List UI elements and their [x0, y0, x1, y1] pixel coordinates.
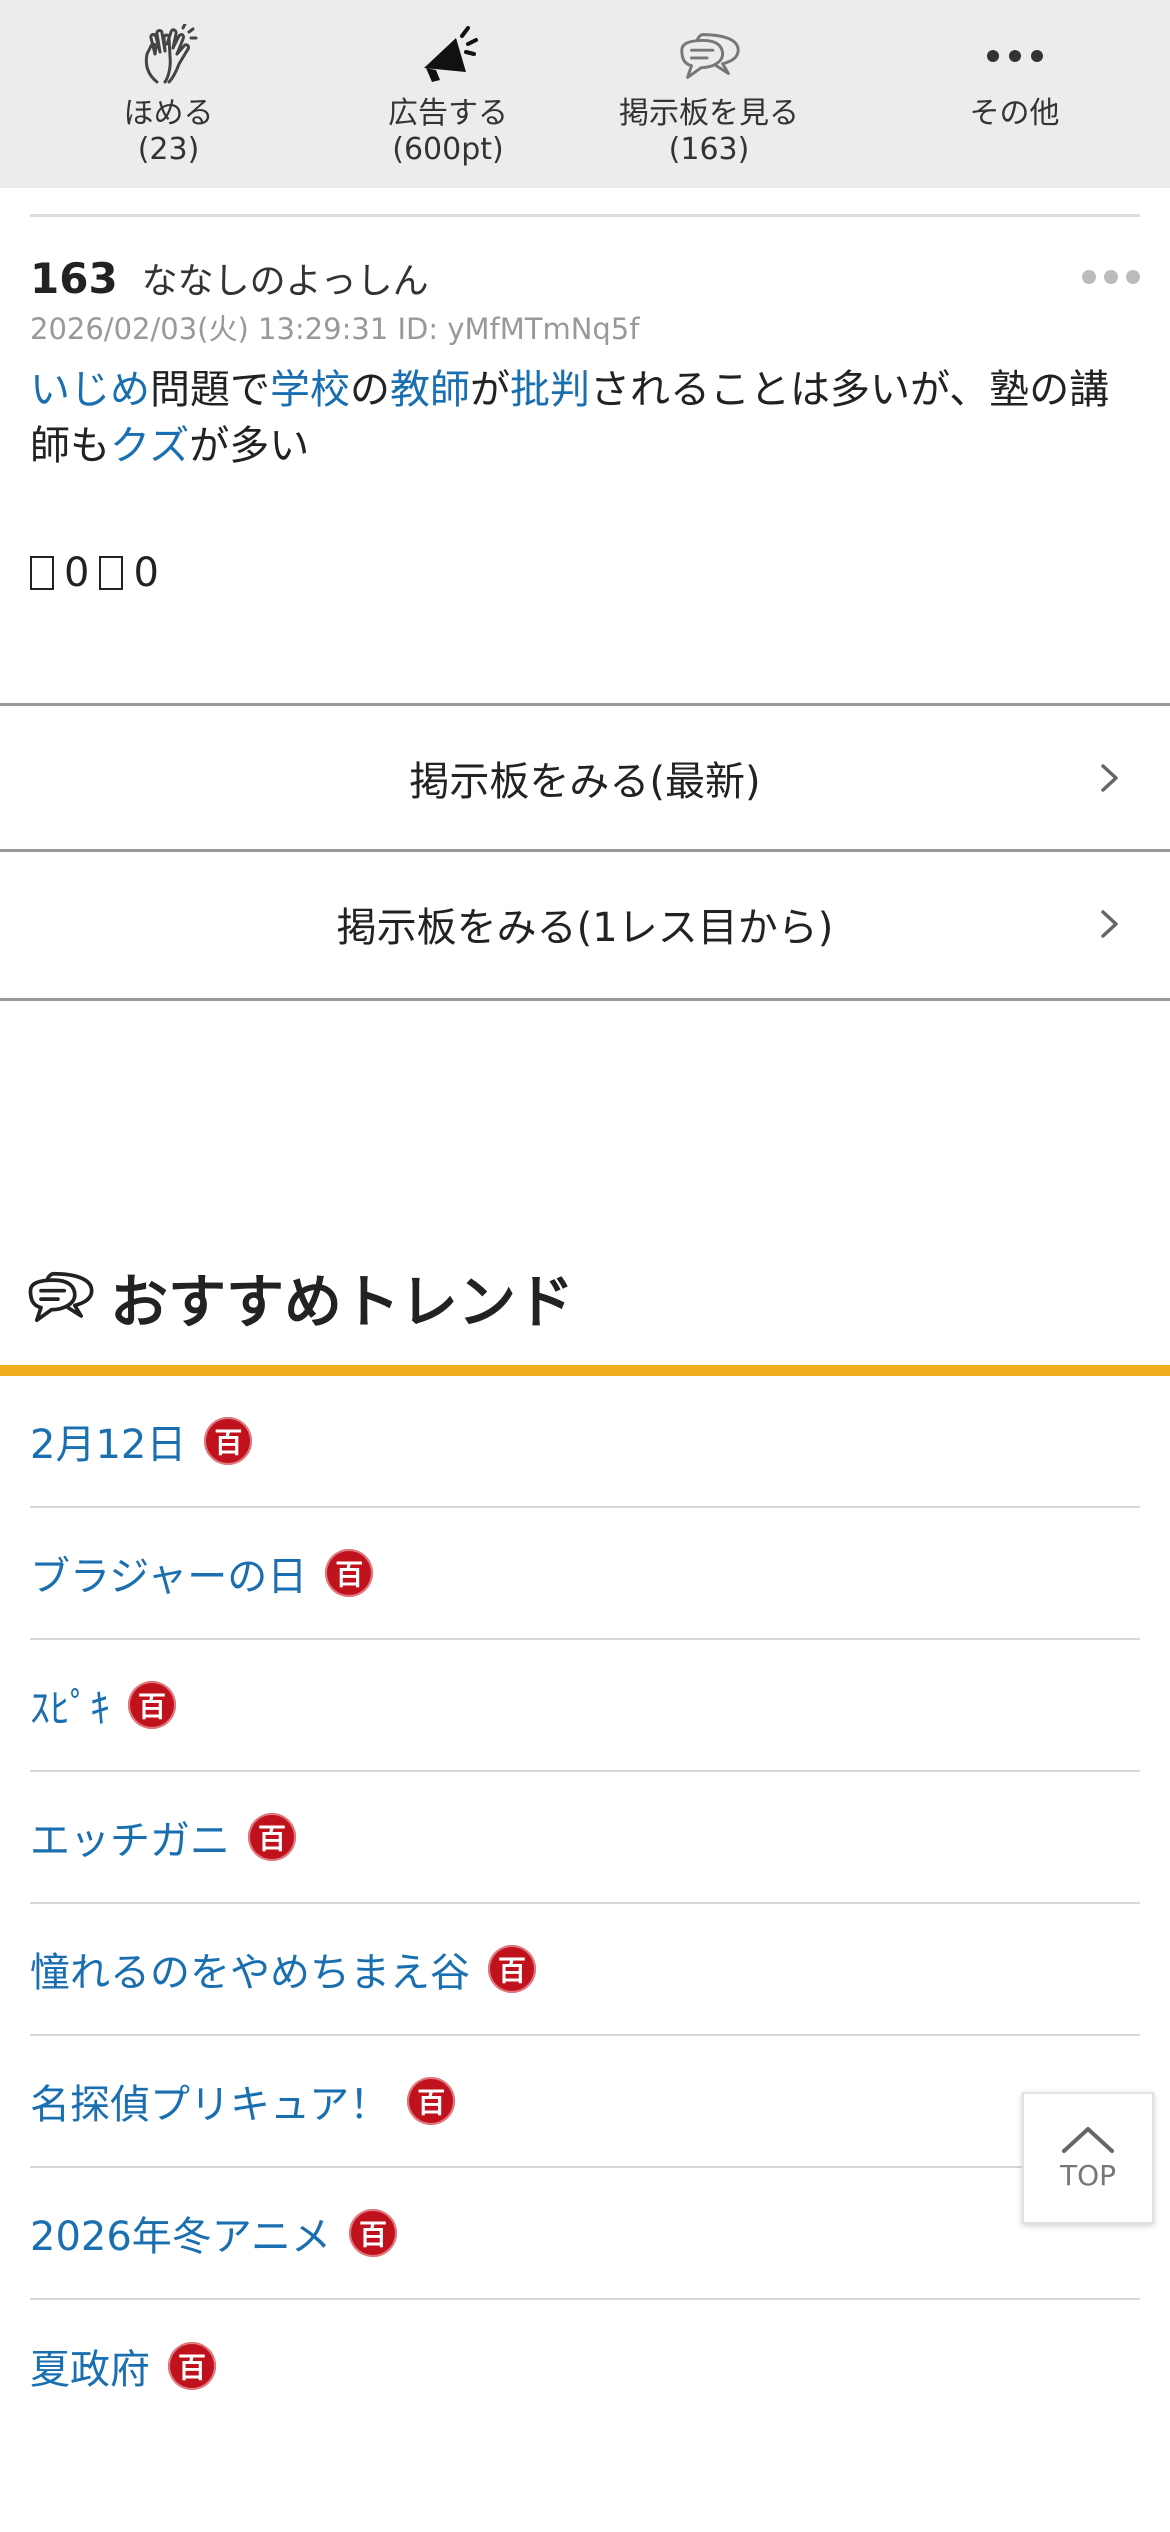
more-dots-icon	[980, 22, 1050, 90]
post-text: 問題で	[150, 367, 270, 413]
view-board-button[interactable]: 掲示板を見る (163)	[559, 0, 859, 188]
keyword-link[interactable]: 批判	[510, 367, 590, 413]
view-board-label: 掲示板を見る	[619, 96, 799, 131]
advertise-label: 広告する	[388, 96, 508, 131]
dictionary-badge-icon: 百	[248, 1813, 296, 1861]
trend-label: エッチガニ	[30, 1818, 230, 1864]
keyword-link[interactable]: 学校	[270, 367, 350, 413]
more-button[interactable]: その他	[859, 0, 1170, 188]
divider	[30, 214, 1140, 217]
dictionary-badge-icon: 百	[349, 2209, 397, 2257]
board-link-first[interactable]: 掲示板をみる(1レス目から)	[0, 849, 1170, 995]
advertise-button[interactable]: 広告する (600pt)	[337, 0, 559, 188]
keyword-link[interactable]: いじめ	[30, 367, 150, 413]
board-link-label: 掲示板をみる(最新)	[409, 758, 761, 805]
trend-item[interactable]: 憧れるのをやめちまえ谷百	[30, 1904, 1140, 2036]
chat-bubbles-icon	[28, 1271, 94, 1323]
post-text: が多い	[189, 423, 310, 469]
chevron-right-icon	[1101, 763, 1118, 792]
post-meta: 2026/02/03(火) 13:29:31 ID: yMfMTmNq5f	[30, 312, 640, 346]
clap-hands-icon	[134, 22, 204, 90]
trend-label: 2月12日	[30, 1422, 187, 1468]
post-body: いじめ問題で学校の教師が批判されることは多いが、塾の講師もクズが多い	[30, 362, 1140, 474]
post-menu-icon[interactable]	[1082, 270, 1140, 284]
dictionary-badge-icon: 百	[128, 1681, 176, 1729]
dictionary-badge-icon: 百	[325, 1549, 374, 1597]
praise-button[interactable]: ほめる (23)	[0, 0, 337, 188]
trends-header: おすすめトレンド	[22, 1255, 574, 1339]
trend-label: 夏政府	[30, 2347, 150, 2393]
post-author: ななしのよっしん	[141, 261, 429, 302]
trend-label: ブラジャーの日	[30, 1554, 308, 1600]
dictionary-badge-icon: 百	[407, 2077, 456, 2125]
praise-label: ほめる	[123, 96, 214, 131]
chevron-right-icon	[1101, 909, 1118, 938]
scroll-top-label: TOP	[1059, 2158, 1117, 2192]
trend-item[interactable]: エッチガニ百	[30, 1772, 1140, 1904]
trend-item[interactable]: 名探偵プリキュア！ 百	[30, 2036, 1140, 2168]
trend-label: ｽﾋﾟｷ	[30, 1686, 110, 1732]
post-text: が	[470, 367, 510, 413]
dictionary-badge-icon: 百	[488, 1945, 536, 1993]
chat-bubbles-icon	[674, 22, 744, 90]
chevron-up-icon	[1062, 2126, 1114, 2153]
advertise-count: (600pt)	[392, 132, 504, 167]
trend-item[interactable]: 夏政府百	[30, 2300, 1140, 2432]
action-bar: ほめる (23) 広告する (600pt) 掲示板を見る (163) その他	[0, 0, 1170, 188]
thumbs-down-icon[interactable]	[99, 556, 124, 590]
post-votes: 0 0	[30, 550, 159, 596]
divider	[0, 998, 1170, 1001]
post-header: 163 ななしのよっしん	[30, 252, 429, 304]
trends-title: おすすめトレンド	[110, 1268, 575, 1336]
scroll-top-button[interactable]: TOP	[1022, 2092, 1154, 2224]
trend-label: 憧れるのをやめちまえ谷	[30, 1950, 470, 1996]
keyword-link[interactable]: 教師	[390, 367, 470, 413]
view-board-count: (163)	[668, 132, 750, 167]
trend-item[interactable]: 2月12日百	[30, 1376, 1140, 1508]
trend-label: 名探偵プリキュア！	[30, 2082, 390, 2128]
dictionary-badge-icon: 百	[168, 2342, 216, 2390]
board-link-latest[interactable]: 掲示板をみる(最新)	[0, 703, 1170, 849]
post-text: の	[350, 367, 390, 413]
board-link-label: 掲示板をみる(1レス目から)	[336, 904, 834, 951]
trend-item[interactable]: 2026年冬アニメ百	[30, 2168, 1140, 2300]
trend-item[interactable]: ブラジャーの日百	[30, 1508, 1140, 1640]
praise-count: (23)	[137, 132, 200, 167]
upvote-count: 0	[64, 550, 90, 596]
downvote-count: 0	[133, 550, 159, 596]
trend-item[interactable]: ｽﾋﾟｷ 百	[30, 1640, 1140, 1772]
post-number[interactable]: 163	[30, 254, 118, 303]
keyword-link[interactable]: クズ	[110, 423, 189, 469]
accent-bar	[0, 1365, 1170, 1376]
thumbs-up-icon[interactable]	[30, 556, 54, 590]
trend-label: 2026年冬アニメ	[30, 2214, 331, 2260]
megaphone-icon	[413, 22, 483, 90]
more-label: その他	[969, 96, 1060, 131]
dictionary-badge-icon: 百	[204, 1417, 253, 1465]
trend-list: 2月12日百ブラジャーの日百ｽﾋﾟｷ百エッチガニ百憧れるのをやめちまえ谷百名探偵…	[30, 1376, 1140, 2432]
